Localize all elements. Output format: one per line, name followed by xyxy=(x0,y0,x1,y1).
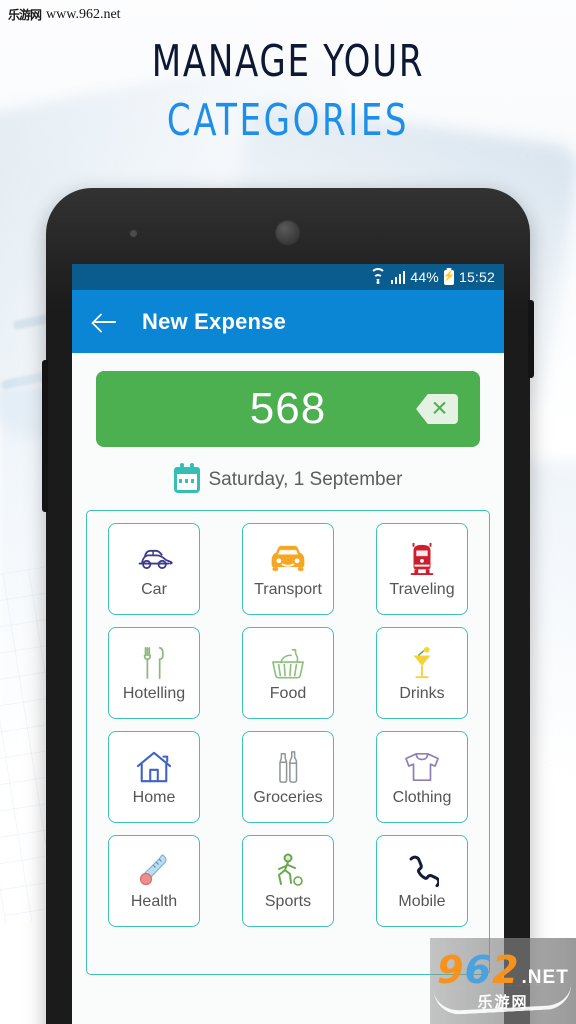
tshirt-icon xyxy=(400,747,444,787)
phone-sensor xyxy=(130,230,137,237)
status-bar: 44% ⚡ 15:52 xyxy=(72,264,504,290)
app-bar: New Expense xyxy=(72,290,504,353)
watermark-digit-6: 6 xyxy=(464,947,492,992)
category-tile-groceries[interactable]: Groceries xyxy=(242,731,334,823)
grocery-basket-icon xyxy=(266,643,310,683)
date-picker-row[interactable]: Saturday, 1 September xyxy=(72,463,504,493)
category-label: Traveling xyxy=(389,581,455,599)
phone-camera xyxy=(275,220,301,246)
category-label: Food xyxy=(269,685,307,703)
category-tile-mobile[interactable]: Mobile xyxy=(376,835,468,927)
category-row: Hotelling Food Drinks xyxy=(87,627,489,719)
category-row: Health Sports Mobile xyxy=(87,835,489,927)
category-tile-sports[interactable]: Sports xyxy=(242,835,334,927)
promo-headline: MANAGE YOUR CATEGORIES xyxy=(0,36,576,146)
promo-headline-line2: CATEGORIES xyxy=(166,95,410,146)
watermark-top-cn: 乐游网 xyxy=(8,8,42,22)
category-label: Groceries xyxy=(253,789,323,807)
selected-date-label: Saturday, 1 September xyxy=(208,469,403,490)
category-label: Clothing xyxy=(392,789,452,807)
fork-knife-icon xyxy=(132,643,176,683)
signal-icon xyxy=(390,270,406,284)
category-label: Health xyxy=(130,893,178,911)
category-grid: Car Transport Traveling Hotelling Food D… xyxy=(86,510,490,975)
battery-charging-icon: ⚡ xyxy=(443,269,455,285)
cocktail-icon xyxy=(400,643,444,683)
category-tile-hotelling[interactable]: Hotelling xyxy=(108,627,200,719)
bottles-icon xyxy=(266,747,310,787)
category-tile-traveling[interactable]: Traveling xyxy=(376,523,468,615)
house-icon xyxy=(132,747,176,787)
phone-side-button-left[interactable] xyxy=(42,360,48,512)
calendar-icon xyxy=(173,463,200,493)
category-label: Sports xyxy=(264,893,312,911)
car-front-icon xyxy=(266,539,310,579)
category-tile-car[interactable]: Car xyxy=(108,523,200,615)
category-label: Drinks xyxy=(399,685,445,703)
category-label: Hotelling xyxy=(122,685,186,703)
status-bar-clock: 15:52 xyxy=(458,269,495,285)
watermark-digit-9: 9 xyxy=(437,947,464,992)
promo-headline-line1: MANAGE YOUR xyxy=(151,36,425,87)
category-tile-food[interactable]: Food xyxy=(242,627,334,719)
amount-section: 568 ✕ xyxy=(72,353,504,447)
category-row: Home Groceries Clothing xyxy=(87,731,489,823)
amount-value: 568 xyxy=(249,384,327,433)
category-label: Car xyxy=(141,581,167,599)
page-title: New Expense xyxy=(142,308,287,334)
category-row: Car Transport Traveling xyxy=(87,523,489,615)
watermark-top-url: www.962.net xyxy=(46,6,121,22)
back-arrow-icon[interactable] xyxy=(92,309,118,335)
category-tile-transport[interactable]: Transport xyxy=(242,523,334,615)
phone-screen: 44% ⚡ 15:52 New Expense 568 ✕ Saturday, xyxy=(72,264,504,1024)
battery-percent: 44% xyxy=(410,269,439,285)
category-tile-clothing[interactable]: Clothing xyxy=(376,731,468,823)
category-label: Home xyxy=(132,789,176,807)
car-sedan-icon xyxy=(132,539,176,579)
phone-side-button-right[interactable] xyxy=(528,300,534,378)
runner-icon xyxy=(266,851,310,891)
category-label: Mobile xyxy=(398,893,446,911)
watermark-bottom: 9 6 2 .NET 乐游网 xyxy=(430,938,576,1024)
phone-handset-icon xyxy=(400,851,444,891)
watermark-top: 乐游网 www.962.net xyxy=(8,6,121,23)
category-tile-health[interactable]: Health xyxy=(108,835,200,927)
watermark-digit-2: 2 xyxy=(492,947,519,992)
wifi-icon xyxy=(369,267,386,284)
backspace-icon[interactable]: ✕ xyxy=(416,394,458,424)
train-icon xyxy=(400,539,444,579)
category-label: Transport xyxy=(254,581,322,599)
thermometer-icon xyxy=(132,851,176,891)
category-tile-drinks[interactable]: Drinks xyxy=(376,627,468,719)
phone-mockup: 44% ⚡ 15:52 New Expense 568 ✕ Saturday, xyxy=(42,188,534,1024)
amount-input[interactable]: 568 ✕ xyxy=(96,371,480,447)
category-tile-home[interactable]: Home xyxy=(108,731,200,823)
